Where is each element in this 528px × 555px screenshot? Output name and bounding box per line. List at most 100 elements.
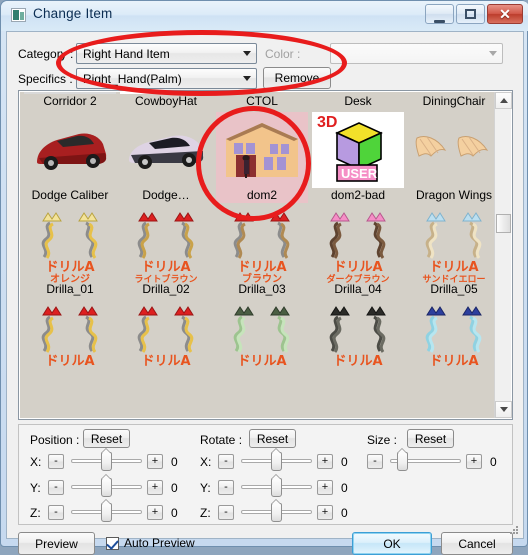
category-dropdown[interactable]: Right Hand Item	[76, 43, 257, 64]
size-plus-button[interactable]: +	[466, 454, 482, 469]
rotate-y-minus-button[interactable]: -	[218, 480, 234, 495]
grid-item-drilla-01[interactable]: ドリルA オレンジ Drilla_01	[24, 206, 116, 297]
preview-button[interactable]: Preview	[18, 532, 95, 555]
scroll-down-button[interactable]	[495, 401, 512, 418]
grid-item-ctol[interactable]: CTOL	[216, 92, 308, 109]
position-y-slider-thumb[interactable]	[101, 474, 112, 497]
remove-button[interactable]: Remove	[263, 67, 331, 89]
grid-item-row4-1[interactable]: ドリルA	[24, 300, 116, 376]
position-x-minus-button[interactable]: -	[48, 454, 64, 469]
position-y-minus-button[interactable]: -	[48, 480, 64, 495]
position-z-minus-button[interactable]: -	[48, 505, 64, 520]
drill-red2-icon: ドリルA	[120, 300, 212, 376]
position-z-plus-button[interactable]: +	[147, 505, 163, 520]
rotate-x-slider-thumb[interactable]	[271, 448, 282, 471]
chevron-down-icon-color	[484, 45, 501, 62]
grid-item-dom2-bad[interactable]: 3D USER dom2-bad	[312, 112, 404, 203]
position-y-plus-button[interactable]: +	[147, 480, 163, 495]
svg-text:ドリルA: ドリルA	[45, 354, 94, 369]
position-y-value: 0	[171, 481, 178, 495]
grid-item-row4-4[interactable]: ドリルA	[312, 300, 404, 376]
rotate-y-plus-button[interactable]: +	[317, 480, 333, 495]
svg-text:サンドイエロー: サンドイエロー	[423, 274, 486, 283]
color-dropdown[interactable]	[330, 43, 503, 64]
rotate-y-value: 0	[341, 481, 348, 495]
drill-brown-icon: ドリルA ブラウン	[216, 206, 308, 283]
specifics-dropdown[interactable]: Right_Hand(Palm)	[76, 68, 257, 89]
cancel-button[interactable]: Cancel	[441, 532, 513, 555]
grid-item-row4-5[interactable]: ドリルA	[408, 300, 495, 376]
checkmark-icon	[106, 537, 119, 550]
close-icon: ✕	[499, 5, 511, 22]
grid-item-corridor-2[interactable]: Corridor 2	[24, 92, 116, 109]
grid-scrollbar[interactable]	[494, 92, 512, 418]
auto-preview-checkbox[interactable]	[106, 537, 119, 550]
position-z-value: 0	[171, 506, 178, 520]
rotate-y-slider-thumb[interactable]	[271, 474, 282, 497]
svg-text:3D: 3D	[317, 114, 337, 131]
drill-red-icon: ドリルA ライトブラウン	[120, 206, 212, 283]
grid-item-drilla-04[interactable]: ドリルA ダークブラウン Drilla_04	[312, 206, 404, 297]
svg-text:ドリルA: ドリルA	[333, 354, 382, 369]
scroll-up-button[interactable]	[495, 92, 512, 109]
position-z-slider-thumb[interactable]	[101, 499, 112, 522]
rotate-z-value: 0	[341, 506, 348, 520]
transform-panel: Position : Reset X: - + 0 Y: - + 0 Z: - …	[18, 424, 513, 525]
grid-item-dodge[interactable]: Dodge…	[120, 112, 212, 203]
title-bar[interactable]: Change Item ✕	[1, 1, 528, 31]
white-car-icon	[120, 112, 212, 188]
color-label: Color :	[265, 47, 301, 61]
rotate-z-slider-thumb[interactable]	[271, 499, 282, 522]
grid-item-dodge-caliber[interactable]: Dodge Caliber	[24, 112, 116, 203]
maximize-button[interactable]	[456, 4, 485, 24]
category-label: Category :	[18, 47, 74, 61]
item-grid[interactable]: Corridor 2 CowboyHat CTOL Desk DiningCha…	[18, 90, 513, 420]
svg-text:ドリルA: ドリルA	[333, 260, 382, 275]
size-reset-button[interactable]: Reset	[407, 429, 454, 448]
minimize-button[interactable]	[425, 4, 454, 24]
position-x-slider-thumb[interactable]	[101, 448, 112, 471]
position-x-plus-button[interactable]: +	[147, 454, 163, 469]
rotate-x-plus-button[interactable]: +	[317, 454, 333, 469]
category-value: Right Hand Item	[83, 47, 170, 61]
scrollbar-thumb[interactable]	[496, 214, 511, 233]
rotate-group-label: Rotate :	[200, 433, 243, 447]
position-x-label: X:	[30, 455, 42, 469]
grid-item-drilla-03[interactable]: ドリルA ブラウン Drilla_03	[216, 206, 308, 297]
position-x-value: 0	[171, 455, 178, 469]
auto-preview-label: Auto Preview	[124, 536, 195, 550]
rotate-x-minus-button[interactable]: -	[218, 454, 234, 469]
grid-item-row4-3[interactable]: ドリルA	[216, 300, 308, 376]
ok-button[interactable]: OK	[352, 532, 432, 555]
rotate-z-minus-button[interactable]: -	[218, 505, 234, 520]
preview-label: Preview	[35, 536, 78, 551]
grid-item-cowboyhat[interactable]: CowboyHat	[120, 92, 212, 109]
dialog-client-area: Category : Right Hand Item Color : Speci…	[6, 31, 524, 555]
grid-item-dragon-wings[interactable]: Dragon Wings	[408, 112, 495, 203]
close-button[interactable]: ✕	[487, 4, 523, 24]
drill-green-icon: ドリルA	[216, 300, 308, 376]
svg-text:ドリルA: ドリルA	[429, 260, 478, 275]
position-reset-button[interactable]: Reset	[83, 429, 130, 448]
cube-3d-user-icon: 3D USER	[312, 112, 404, 188]
size-slider-thumb[interactable]	[397, 448, 408, 471]
grid-item-dom2[interactable]: dom2	[216, 112, 308, 203]
app-icon	[11, 8, 26, 22]
grid-item-diningchair[interactable]: DiningChair	[408, 92, 495, 109]
chevron-down-icon	[238, 45, 255, 62]
chevron-down-icon-specifics	[238, 70, 255, 87]
resize-grip-icon[interactable]	[508, 524, 520, 536]
grid-item-drilla-05[interactable]: ドリルA サンドイエロー Drilla_05	[408, 206, 495, 297]
grid-item-desk[interactable]: Desk	[312, 92, 404, 109]
size-minus-button[interactable]: -	[367, 454, 383, 469]
svg-text:ドリルA: ドリルA	[141, 260, 190, 275]
size-value: 0	[490, 455, 497, 469]
svg-text:ダークブラウン: ダークブラウン	[326, 273, 389, 283]
grid-item-drilla-02[interactable]: ドリルA ライトブラウン Drilla_02	[120, 206, 212, 297]
wings-icon	[408, 112, 495, 188]
rotate-z-plus-button[interactable]: +	[317, 505, 333, 520]
scroll-down-icon	[499, 407, 508, 412]
grid-item-row4-2[interactable]: ドリルA	[120, 300, 212, 376]
rotate-reset-button[interactable]: Reset	[249, 429, 296, 448]
size-group-label: Size :	[367, 433, 398, 447]
